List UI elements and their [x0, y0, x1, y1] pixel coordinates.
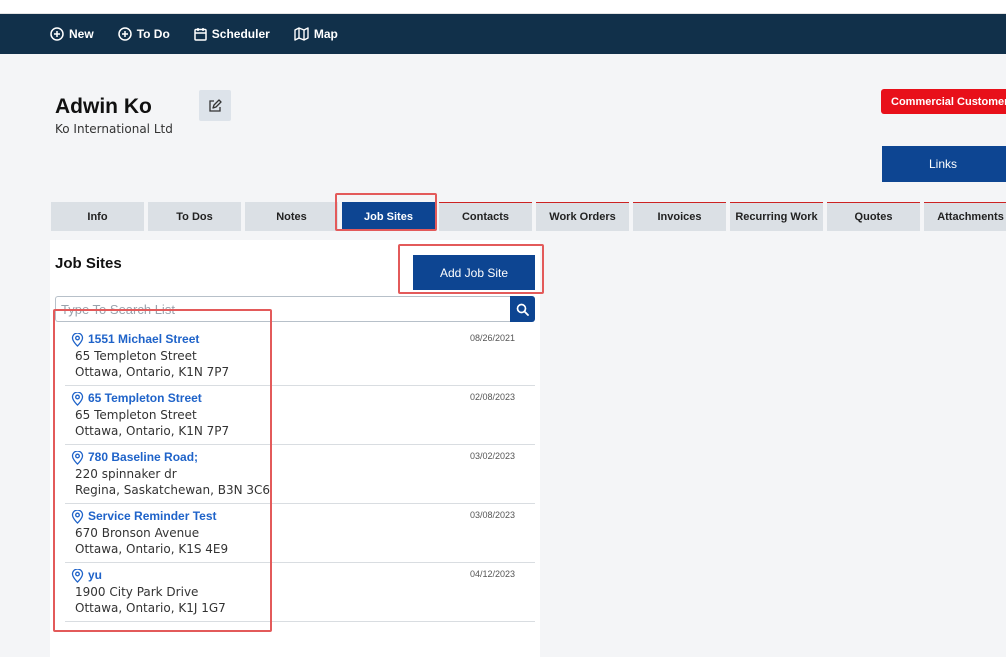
tab-recurring-work[interactable]: Recurring Work [730, 202, 823, 231]
nav-todo-label: To Do [136, 27, 170, 41]
job-site-item[interactable]: 1551 Michael Street 65 Templeton Street … [65, 327, 535, 386]
edit-icon [209, 98, 222, 112]
top-navbar: New To Do Scheduler Map [0, 14, 1006, 54]
tab-info[interactable]: Info [51, 202, 144, 231]
company-name: Ko International Ltd [55, 122, 173, 136]
job-site-city: Ottawa, Ontario, K1N 7P7 [75, 424, 230, 438]
job-site-item[interactable]: 65 Templeton Street 65 Templeton Street … [65, 386, 535, 445]
top-strip [0, 0, 1006, 14]
nav-scheduler[interactable]: Scheduler [194, 27, 270, 41]
map-pin-icon [71, 333, 84, 347]
map-pin-icon [71, 392, 84, 406]
job-site-item[interactable]: Service Reminder Test 670 Bronson Avenue… [65, 504, 535, 563]
search-input[interactable] [55, 296, 510, 322]
job-site-name[interactable]: Service Reminder Test [88, 509, 217, 523]
job-site-date: 04/12/2023 [469, 569, 515, 579]
nav-map-label: Map [313, 27, 338, 41]
tab-notes[interactable]: Notes [245, 202, 338, 231]
nav-todo[interactable]: To Do [117, 27, 170, 41]
job-site-date: 03/02/2023 [469, 451, 515, 461]
tab-to-dos[interactable]: To Dos [148, 202, 241, 231]
job-site-city: Regina, Saskatchewan, B3N 3C6 [75, 483, 271, 497]
tab-contacts[interactable]: Contacts [439, 202, 532, 231]
add-job-site-button[interactable]: Add Job Site [413, 255, 535, 290]
links-button[interactable]: Links [882, 146, 1006, 182]
job-site-name[interactable]: 780 Baseline Road; [88, 450, 198, 464]
search-button[interactable] [510, 296, 535, 322]
job-site-item[interactable]: 780 Baseline Road; 220 spinnaker dr Regi… [65, 445, 535, 504]
tab-quotes[interactable]: Quotes [827, 202, 920, 231]
tab-work-orders[interactable]: Work Orders [536, 202, 629, 231]
tab-job-sites[interactable]: Job Sites [342, 202, 435, 231]
plus-circle-icon [117, 27, 132, 41]
job-site-street: 670 Bronson Avenue [75, 526, 200, 540]
job-sites-title: Job Sites [55, 255, 122, 272]
map-pin-icon [71, 510, 84, 524]
nav-new[interactable]: New [50, 27, 94, 41]
job-site-date: 08/26/2021 [469, 333, 515, 343]
job-site-item[interactable]: yu 1900 City Park Drive Ottawa, Ontario,… [65, 563, 535, 622]
tab-invoices[interactable]: Invoices [633, 202, 726, 231]
job-site-date: 02/08/2023 [469, 392, 515, 402]
job-site-name[interactable]: 65 Templeton Street [88, 391, 202, 405]
plus-circle-icon [50, 27, 64, 41]
job-site-date: 03/08/2023 [469, 510, 515, 520]
nav-scheduler-label: Scheduler [211, 27, 270, 41]
search-icon [516, 303, 529, 316]
customer-type-badge: Commercial Customer [881, 89, 1006, 114]
nav-map[interactable]: Map [294, 27, 338, 41]
job-site-street: 65 Templeton Street [75, 408, 197, 422]
calendar-icon [194, 28, 207, 41]
job-site-street: 65 Templeton Street [75, 349, 197, 363]
job-site-city: Ottawa, Ontario, K1J 1G7 [75, 601, 226, 615]
nav-new-label: New [69, 27, 94, 41]
job-site-name[interactable]: yu [88, 568, 102, 582]
job-site-city: Ottawa, Ontario, K1S 4E9 [75, 542, 229, 556]
job-site-city: Ottawa, Ontario, K1N 7P7 [75, 365, 230, 379]
job-site-street: 220 spinnaker dr [75, 467, 177, 481]
customer-name: Adwin Ko [55, 95, 152, 118]
map-pin-icon [71, 451, 84, 465]
edit-customer-button[interactable] [199, 90, 231, 121]
map-icon [294, 27, 309, 41]
map-pin-icon [71, 569, 84, 583]
tab-attachments[interactable]: Attachments [924, 202, 1006, 231]
job-site-street: 1900 City Park Drive [75, 585, 199, 599]
job-site-name[interactable]: 1551 Michael Street [88, 332, 199, 346]
